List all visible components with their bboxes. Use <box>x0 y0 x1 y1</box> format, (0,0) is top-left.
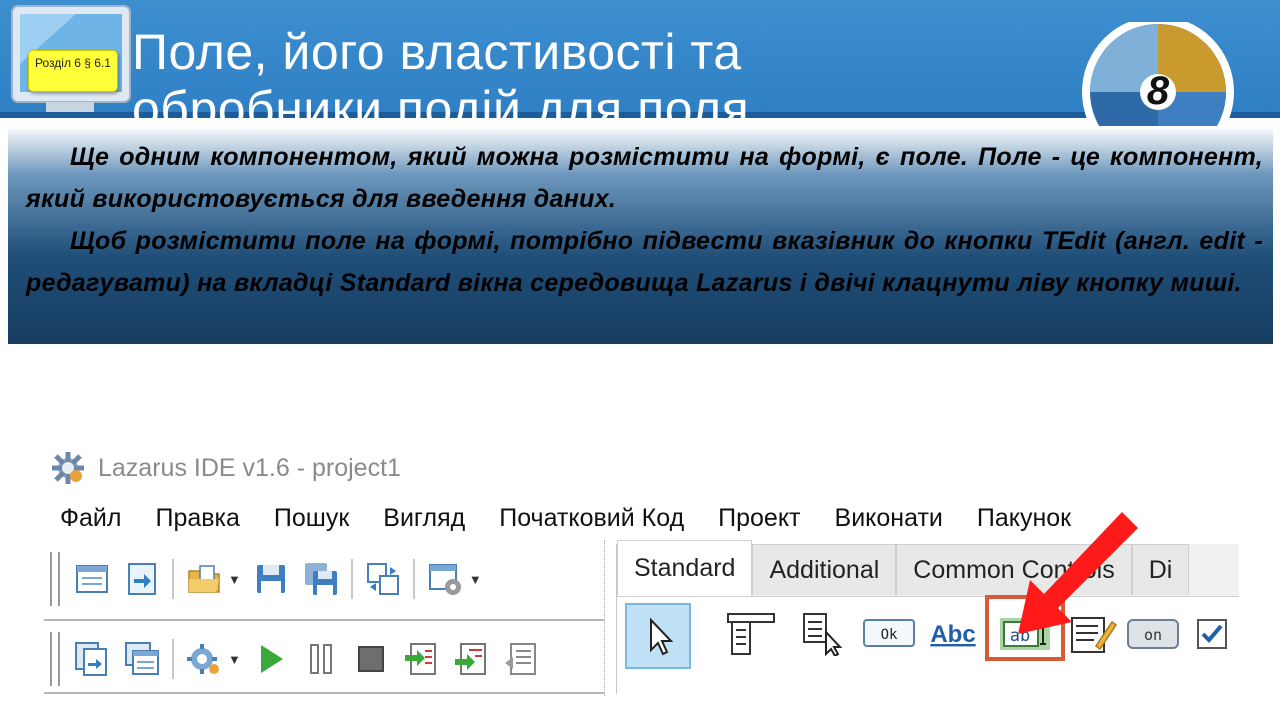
menu-file[interactable]: Файл <box>60 504 121 533</box>
build-mode-icon[interactable] <box>184 639 224 679</box>
tab-standard[interactable]: Standard <box>617 540 753 596</box>
slide-title: Поле, його властивості та обробники поді… <box>132 24 750 137</box>
checkbox-icon <box>1197 619 1227 649</box>
menu-edit[interactable]: Правка <box>155 504 239 533</box>
pointer-arrow-icon <box>1018 512 1138 634</box>
menu-search[interactable]: Пошук <box>274 504 349 533</box>
ide-title-text: Lazarus IDE v1.6 - project1 <box>98 453 401 482</box>
splitter[interactable] <box>604 540 613 696</box>
pause-icon[interactable] <box>301 639 341 679</box>
toolbar-separator <box>350 559 353 599</box>
view-forms-icon[interactable] <box>122 639 162 679</box>
menu-source[interactable]: Початковий Код <box>499 504 684 533</box>
label-caption: Abc <box>930 621 975 648</box>
chevron-down-icon[interactable]: ▼ <box>228 572 241 587</box>
button-caption: Ok <box>881 627 898 643</box>
save-all-icon[interactable] <box>301 559 341 599</box>
button-icon: Ok <box>863 619 915 647</box>
new-form-icon[interactable] <box>72 559 112 599</box>
new-unit-icon[interactable] <box>122 559 162 599</box>
grade-number: 8 <box>1147 69 1170 113</box>
toolbar-separator <box>172 639 174 679</box>
toolbar-divider <box>44 692 604 694</box>
view-units-icon[interactable] <box>72 639 112 679</box>
open-icon[interactable] <box>184 559 224 599</box>
lazarus-logo-icon <box>52 452 84 484</box>
label-icon: Abc <box>930 621 975 648</box>
toolbar-separator <box>412 559 415 599</box>
menu-run[interactable]: Виконати <box>835 504 943 533</box>
chevron-down-icon[interactable]: ▼ <box>469 572 482 587</box>
menu-project[interactable]: Проект <box>718 504 800 533</box>
pointer-tool[interactable] <box>625 603 691 669</box>
step-over-icon[interactable] <box>451 639 491 679</box>
text-panel: Ще одним компонентом, який можна розміст… <box>8 126 1273 344</box>
step-into-icon[interactable] <box>401 639 441 679</box>
toolbar-area: ▼ ▼ ▼ <box>44 544 604 696</box>
palette-components: Ok Abc ab on <box>617 595 1239 695</box>
toolbar-row-2: ▼ <box>44 628 604 690</box>
paragraph-1: Ще одним компонентом, який можна розміст… <box>26 143 1263 213</box>
tab-additional[interactable]: Additional <box>752 544 897 595</box>
toggle-form-unit-icon[interactable] <box>363 559 403 599</box>
tlabel-component[interactable]: Abc <box>925 605 981 663</box>
toolbar-row-1: ▼ ▼ <box>44 548 604 610</box>
toggle-caption: on <box>1144 626 1162 644</box>
toolbar-separator <box>172 559 174 599</box>
tbutton-component[interactable]: Ok <box>861 605 917 663</box>
step-out-icon[interactable] <box>501 639 541 679</box>
menu-bar: Файл Правка Пошук Вигляд Початковий Код … <box>60 504 1105 533</box>
tab-dialogs[interactable]: Di <box>1131 544 1190 595</box>
project-options-icon[interactable] <box>425 559 465 599</box>
save-icon[interactable] <box>251 559 291 599</box>
run-icon[interactable] <box>251 639 291 679</box>
ide-title-bar: Lazarus IDE v1.6 - project1 <box>50 450 401 486</box>
toolbar-divider <box>44 619 604 621</box>
toolbar-grip[interactable] <box>50 632 60 686</box>
main-menu-icon <box>727 613 775 655</box>
cursor-arrow-icon <box>650 617 674 656</box>
grade-logo: 8 <box>1082 22 1234 142</box>
paragraph-2: Щоб розмістити поле на формі, потрібно п… <box>26 227 1263 297</box>
tpopupmenu-component[interactable] <box>797 605 853 663</box>
stop-icon[interactable] <box>351 639 391 679</box>
tmainmenu-component[interactable] <box>723 605 779 663</box>
section-badge: Розділ 6 § 6.1 <box>28 50 118 92</box>
chevron-down-icon[interactable]: ▼ <box>228 652 241 667</box>
menu-view[interactable]: Вигляд <box>383 504 465 533</box>
toolbar-grip[interactable] <box>50 552 60 606</box>
component-palette: Standard Additional Common Controls Di O… <box>616 540 1239 695</box>
tcheckbox-component[interactable] <box>1189 605 1235 663</box>
popup-menu-icon <box>803 613 843 656</box>
